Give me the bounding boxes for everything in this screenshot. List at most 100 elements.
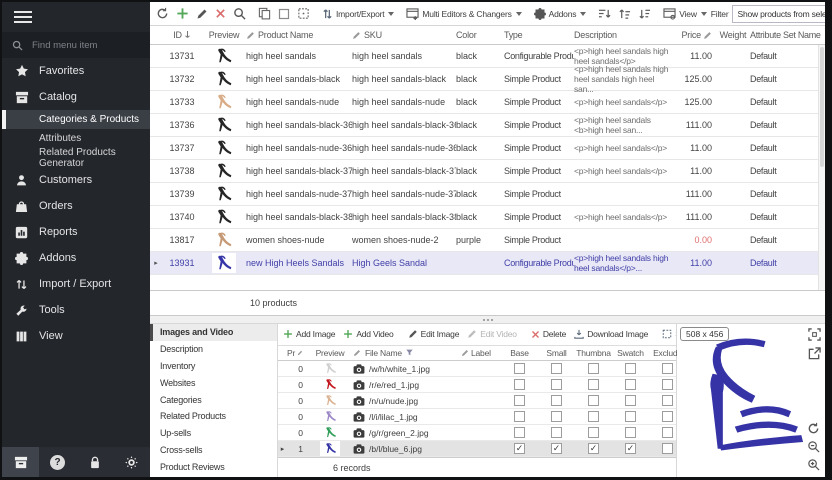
paste-button[interactable] [294,5,313,22]
zoom-out-button[interactable] [807,440,820,453]
base-checkbox[interactable]: ✓ [514,443,525,454]
column-header-sku[interactable]: SKU [352,30,456,40]
thumbnail-checkbox[interactable] [588,379,599,390]
help-button[interactable]: ? [39,447,76,477]
open-external-button[interactable] [808,347,821,360]
detail-tab[interactable]: Up-sells [150,425,277,442]
product-row[interactable]: 13737 high heel sandals-nude-36 high hee… [150,137,825,160]
column-header-base[interactable]: Base [501,348,538,358]
product-row[interactable]: 13731 high heel sandals high heel sandal… [150,45,825,68]
horizontal-splitter[interactable] [150,316,825,324]
thumbnail-checkbox[interactable] [588,395,599,406]
exclude-checkbox[interactable] [662,427,673,438]
select-button[interactable] [275,6,293,22]
sidebar-item-catalog[interactable]: Catalog [2,84,150,110]
rotate-button[interactable] [807,422,820,435]
delete-product-button[interactable] [212,6,229,21]
base-checkbox[interactable] [514,411,525,422]
detail-tab[interactable]: Images and Video [150,324,277,341]
filter-select[interactable]: Show products from selected categories [732,5,825,23]
detail-tab[interactable]: Product Reviews [150,458,277,475]
column-header-attribute-set[interactable]: Attribute Set Name [750,30,825,40]
view-menu[interactable]: View [660,6,709,22]
swatch-checkbox[interactable] [625,379,636,390]
small-checkbox[interactable]: ✓ [551,443,562,454]
sidebar-item-customers[interactable]: Customers [2,167,150,193]
addons-menu[interactable]: Addons [531,6,590,22]
small-checkbox[interactable] [551,363,562,374]
column-header-preview[interactable]: Preview [202,30,246,40]
column-header-pr[interactable]: Pr [287,348,307,358]
base-checkbox[interactable] [514,427,525,438]
product-row[interactable]: 13736 high heel sandals-black-36 high he… [150,114,825,137]
thumbnail-checkbox[interactable] [588,363,599,374]
column-header-small[interactable]: Small [538,348,575,358]
column-header-preview[interactable]: Preview [307,348,353,358]
column-header-swatch[interactable]: Swatch [612,348,649,358]
detail-tab[interactable]: Related Products [150,408,277,425]
column-header-weight[interactable]: Weight [716,30,750,40]
sidebar-item-addons[interactable]: Addons [2,245,150,271]
fit-to-window-button[interactable] [808,328,821,341]
image-row[interactable]: 0 /r/e/red_1.jpg [278,377,676,393]
swatch-checkbox[interactable] [625,411,636,422]
exclude-checkbox[interactable] [662,443,673,454]
refresh-button[interactable] [153,5,172,22]
edit-image-button[interactable]: Edit Image [405,327,463,341]
store-button[interactable] [2,447,39,477]
multi-editors-menu[interactable]: Multi Editors & Changers [403,6,524,22]
set-resize-rule-button[interactable]: Set Resize Rule [659,327,676,341]
product-row[interactable]: 13739 high heel sandals-nude-37 high hee… [150,183,825,206]
sidebar-item-import-export[interactable]: Import / Export [2,271,150,297]
exclude-checkbox[interactable] [662,379,673,390]
detail-tab[interactable]: Categories [150,391,277,408]
small-checkbox[interactable] [551,427,562,438]
image-row[interactable]: 0 /l/i/lilac_1.jpg [278,409,676,425]
image-row[interactable]: 0 /g/r/green_2.jpg [278,425,676,441]
detail-tab[interactable]: Inventory [150,358,277,375]
sidebar-item-reports[interactable]: Reports [2,219,150,245]
column-header-type[interactable]: Type [504,30,574,40]
sort-asc-button[interactable] [615,6,634,22]
thumbnail-checkbox[interactable] [588,411,599,422]
small-checkbox[interactable] [551,411,562,422]
base-checkbox[interactable] [514,363,525,374]
column-header-product-name[interactable]: Product Name [246,30,352,40]
sidebar-item-related-products-generator[interactable]: Related Products Generator [2,148,150,167]
sort-az-button[interactable] [595,6,614,22]
column-header-label[interactable]: Label [461,348,501,358]
download-image-button[interactable]: Download Image [571,327,651,341]
sidebar-item-favorites[interactable]: Favorites [2,58,150,84]
add-image-button[interactable]: Add Image [280,327,338,341]
base-checkbox[interactable] [514,395,525,406]
product-row[interactable]: ▸ 13931 new High Heels Sandals High Geel… [150,252,825,275]
add-product-button[interactable] [173,5,192,22]
thumbnail-checkbox[interactable] [588,427,599,438]
swatch-checkbox[interactable] [625,363,636,374]
swatch-checkbox[interactable] [625,427,636,438]
search-button[interactable] [230,5,249,22]
swatch-checkbox[interactable] [625,395,636,406]
settings-button[interactable] [113,447,150,477]
sidebar-item-tools[interactable]: Tools [2,297,150,323]
image-row[interactable]: 0 /w/h/white_1.jpg [278,361,676,377]
edit-video-button[interactable]: Edit Video [464,327,520,341]
product-row[interactable]: 13733 high heel sandals-nude high heel s… [150,91,825,114]
exclude-checkbox[interactable] [662,363,673,374]
column-header-file-name[interactable]: File Name [353,348,461,358]
copy-button[interactable] [255,5,274,22]
exclude-checkbox[interactable] [662,411,673,422]
sidebar-item-attributes[interactable]: Attributes [2,129,150,148]
thumbnail-checkbox[interactable]: ✓ [588,443,599,454]
column-header-color[interactable]: Color [456,30,504,40]
exclude-checkbox[interactable] [662,395,673,406]
add-video-button[interactable]: Add Video [340,327,396,341]
vertical-scrollbar[interactable] [818,45,825,290]
product-row[interactable]: 13817 women shoes-nude women shoes-nude-… [150,229,825,252]
base-checkbox[interactable] [514,379,525,390]
swatch-checkbox[interactable]: ✓ [625,443,636,454]
product-row[interactable]: 13738 high heel sandals-black-37 high he… [150,160,825,183]
small-checkbox[interactable] [551,395,562,406]
sidebar-item-categories-products[interactable]: Categories & Products [2,110,150,129]
delete-image-button[interactable]: Delete [528,327,569,341]
